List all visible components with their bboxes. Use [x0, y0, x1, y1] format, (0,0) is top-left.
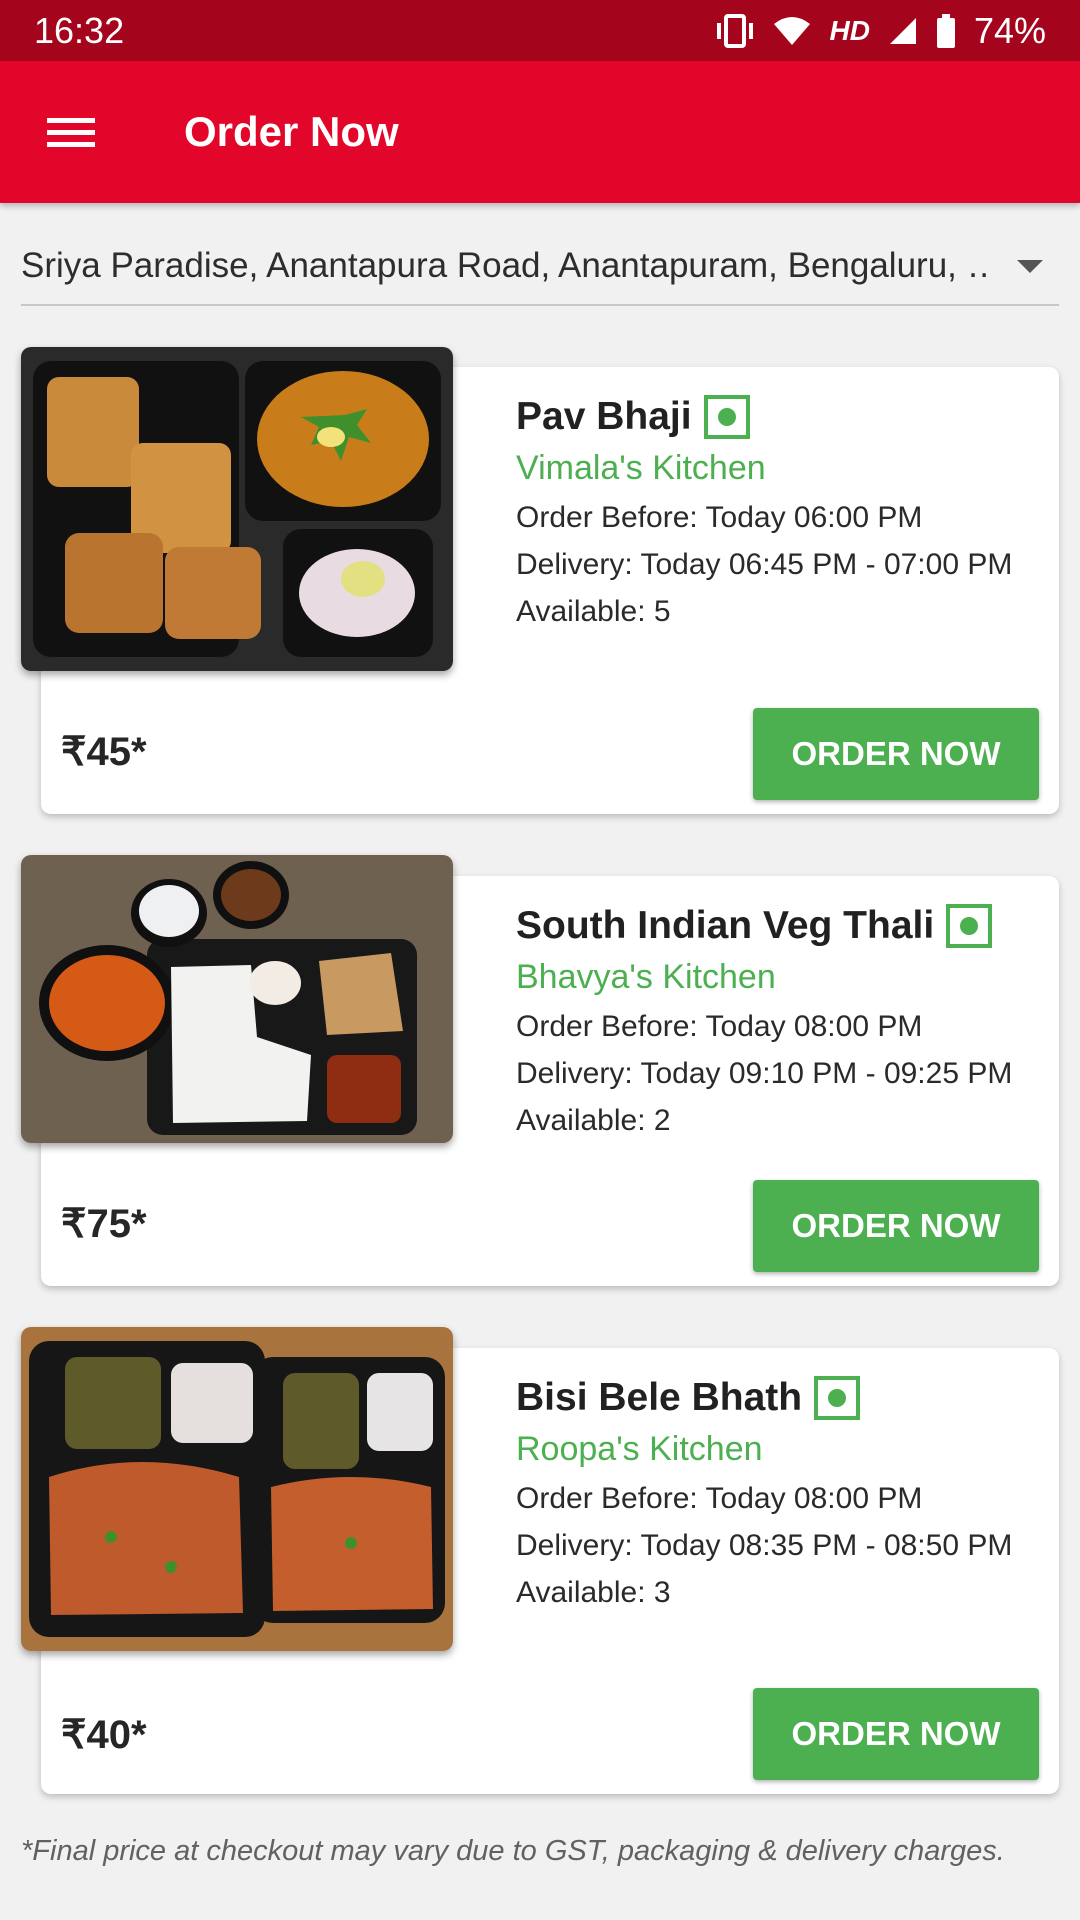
- delivery-window: Delivery: Today 06:45 PM - 07:00 PM: [516, 548, 1013, 581]
- meal-info: South Indian Veg Thali Bhavya's Kitchen …: [516, 904, 1012, 1138]
- veg-icon: [703, 395, 750, 439]
- app-bar: Order Now: [0, 61, 1080, 203]
- status-bar: 16:32 HD 74%: [0, 0, 1080, 61]
- hamburger-menu-icon[interactable]: [0, 61, 142, 203]
- dish-image: [21, 1327, 453, 1651]
- dish-name: South Indian Veg Thali: [516, 904, 935, 947]
- kitchen-name: Roopa's Kitchen: [516, 1430, 763, 1468]
- address-dropdown[interactable]: Sriya Paradise, Anantapura Road, Anantap…: [21, 238, 1059, 306]
- signal-icon: [888, 16, 918, 46]
- status-time: 16:32: [34, 9, 125, 51]
- battery-icon: [936, 13, 956, 48]
- veg-icon: [814, 1376, 861, 1420]
- delivery-window: Delivery: Today 09:10 PM - 09:25 PM: [516, 1057, 1013, 1090]
- wifi-icon: [773, 16, 811, 46]
- status-icons: HD 74%: [715, 10, 1046, 52]
- dropdown-arrow-icon: [1017, 260, 1043, 273]
- dish-image: [21, 855, 453, 1143]
- order-before: Order Before: Today 06:00 PM: [516, 501, 923, 534]
- network-type: HD: [829, 14, 870, 46]
- veg-icon: [946, 904, 993, 948]
- price-disclaimer: *Final price at checkout may vary due to…: [21, 1835, 1005, 1867]
- price: ₹75*: [61, 1202, 147, 1246]
- dish-image: [21, 347, 453, 671]
- price: ₹45*: [61, 730, 147, 774]
- kitchen-name: Bhavya's Kitchen: [516, 958, 776, 996]
- meal-info: Pav Bhaji Vimala's Kitchen Order Before:…: [516, 395, 1012, 629]
- order-now-button[interactable]: ORDER NOW: [753, 708, 1039, 800]
- kitchen-name: Vimala's Kitchen: [516, 449, 766, 487]
- order-before: Order Before: Today 08:00 PM: [516, 1010, 923, 1043]
- availability: Available: 3: [516, 1576, 671, 1609]
- battery-percent: 74%: [973, 9, 1046, 51]
- meal-info: Bisi Bele Bhath Roopa's Kitchen Order Be…: [516, 1376, 1012, 1610]
- delivery-window: Delivery: Today 08:35 PM - 08:50 PM: [516, 1529, 1013, 1562]
- page-title: Order Now: [184, 108, 399, 155]
- availability: Available: 5: [516, 595, 671, 628]
- dish-name: Bisi Bele Bhath: [516, 1376, 803, 1419]
- order-now-button[interactable]: ORDER NOW: [753, 1180, 1039, 1272]
- price: ₹40*: [61, 1713, 147, 1757]
- dish-name: Pav Bhaji: [516, 395, 692, 438]
- order-now-button[interactable]: ORDER NOW: [753, 1688, 1039, 1780]
- order-before: Order Before: Today 08:00 PM: [516, 1482, 923, 1515]
- address-value: Sriya Paradise, Anantapura Road, Anantap…: [21, 246, 991, 285]
- vibrate-icon: [715, 13, 755, 48]
- availability: Available: 2: [516, 1104, 671, 1137]
